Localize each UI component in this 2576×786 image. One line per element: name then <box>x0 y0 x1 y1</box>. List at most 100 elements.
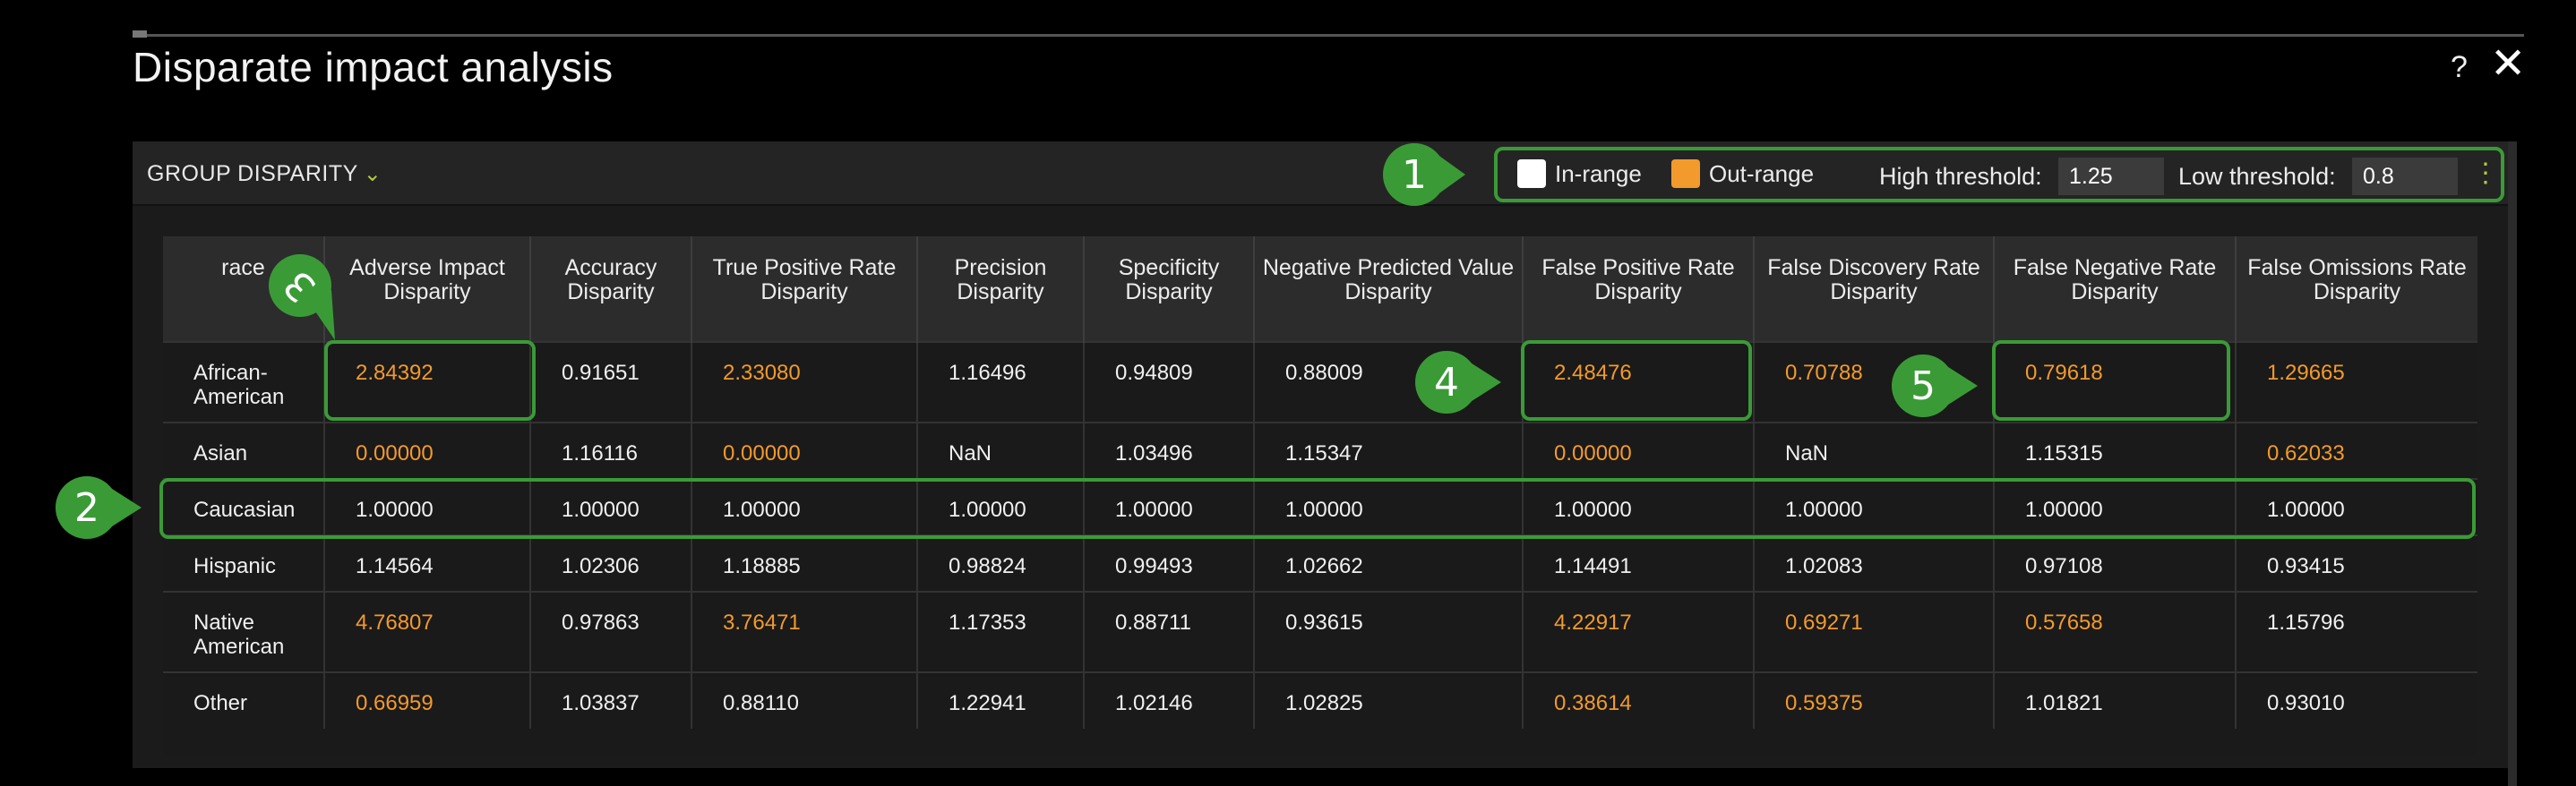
table-cell: 1.00000 <box>1253 478 1523 535</box>
column-header[interactable]: Precision Disparity <box>916 236 1084 342</box>
table-cell: 2.33080 <box>691 341 917 423</box>
row-label: African-American <box>163 341 324 423</box>
window-corner-marker <box>133 30 147 38</box>
callout-1-box <box>1494 147 2504 202</box>
table-row: Caucasian 1.00000 1.00000 1.00000 1.00000 1.0… <box>163 478 2477 535</box>
table-row: African-American 2.84392 0.91651 2.33080 1.1… <box>163 341 2477 423</box>
group-disparity-dropdown[interactable]: GROUP DISPARITY ⌄ <box>147 161 382 187</box>
table-cell: 1.00000 <box>1993 478 2236 535</box>
disparity-table-container: race Adverse Impact Disparity Accuracy D… <box>163 236 2477 756</box>
section-title-label: GROUP DISPARITY <box>147 161 358 186</box>
table-cell: 1.00000 <box>916 478 1084 535</box>
window-top-border <box>133 34 2524 37</box>
table-cell: 0.57658 <box>1993 591 2236 672</box>
table-cell: 4.76807 <box>323 591 530 672</box>
column-header[interactable]: False Omissions Rate Disparity <box>2235 236 2477 342</box>
callout-2-number: 2 <box>74 484 99 531</box>
table-cell: 1.17353 <box>916 591 1084 672</box>
column-header[interactable]: Accuracy Disparity <box>529 236 691 342</box>
table-cell: 1.29665 <box>2235 341 2477 423</box>
table-cell: 1.14564 <box>323 534 530 592</box>
table-cell: 1.15347 <box>1253 422 1523 479</box>
table-cell: 1.00000 <box>529 478 691 535</box>
table-cell: 0.62033 <box>2235 422 2477 479</box>
table-cell: 1.03837 <box>529 671 691 729</box>
close-icon[interactable]: ✕ <box>2490 43 2526 86</box>
table-cell: 1.01821 <box>1993 671 2236 729</box>
disparity-table: race Adverse Impact Disparity Accuracy D… <box>163 236 2477 729</box>
table-cell: 3.76471 <box>691 591 917 672</box>
table-cell: 0.69271 <box>1753 591 1994 672</box>
help-button[interactable]: ? <box>2451 50 2468 85</box>
column-header[interactable]: Specificity Disparity <box>1083 236 1254 342</box>
table-cell: 1.00000 <box>1753 478 1994 535</box>
callout-5-number: 5 <box>1911 363 1936 409</box>
table-cell: 0.93615 <box>1253 591 1523 672</box>
table-cell: 0.99493 <box>1083 534 1254 592</box>
column-header[interactable]: False Discovery Rate Disparity <box>1753 236 1994 342</box>
callout-5-badge: 5 <box>1892 355 1978 417</box>
callout-1-badge: 1 <box>1383 143 1465 206</box>
table-cell: 2.48476 <box>1522 341 1754 423</box>
table-cell: 1.14491 <box>1522 534 1754 592</box>
callout-4-badge: 4 <box>1415 351 1501 414</box>
table-cell: 1.02306 <box>529 534 691 592</box>
table-cell: 1.16116 <box>529 422 691 479</box>
table-cell: 4.22917 <box>1522 591 1754 672</box>
table-cell: 0.97108 <box>1993 534 2236 592</box>
scrollbar-track[interactable] <box>2508 141 2517 786</box>
callout-4-number: 4 <box>1434 359 1459 406</box>
table-cell: 0.93010 <box>2235 671 2477 729</box>
table-cell: 1.00000 <box>1522 478 1754 535</box>
row-label: Asian <box>163 422 324 479</box>
table-cell: 1.00000 <box>1083 478 1254 535</box>
table-cell: NaN <box>1753 422 1994 479</box>
column-header[interactable]: Negative Predicted Value Disparity <box>1253 236 1523 342</box>
row-label: Other <box>163 671 324 729</box>
table-cell: 0.00000 <box>323 422 530 479</box>
column-header[interactable]: Adverse Impact Disparity <box>323 236 530 342</box>
table-cell: 0.98824 <box>916 534 1084 592</box>
table-cell: 0.97863 <box>529 591 691 672</box>
table-cell: 0.38614 <box>1522 671 1754 729</box>
callout-3-badge: 3 <box>269 254 335 340</box>
table-cell: 0.59375 <box>1753 671 1994 729</box>
table-cell: 1.15796 <box>2235 591 2477 672</box>
row-label: Hispanic <box>163 534 324 592</box>
callout-1-number: 1 <box>1402 151 1427 198</box>
table-cell: 0.93415 <box>2235 534 2477 592</box>
table-cell: 0.88711 <box>1083 591 1254 672</box>
column-header[interactable]: False Positive Rate Disparity <box>1522 236 1754 342</box>
table-cell: 0.00000 <box>1522 422 1754 479</box>
table-cell: NaN <box>916 422 1084 479</box>
table-row: Native American 4.76807 0.97863 3.76471 1.17… <box>163 591 2477 672</box>
table-row: Other 0.66959 1.03837 0.88110 1.22941 1.02146… <box>163 671 2477 729</box>
table-cell: 0.88110 <box>691 671 917 729</box>
table-row: Asian 0.00000 1.16116 0.00000 NaN 1.03496 1.15… <box>163 422 2477 479</box>
column-header[interactable]: True Positive Rate Disparity <box>691 236 917 342</box>
table-cell: 0.94809 <box>1083 341 1254 423</box>
table-cell: 1.22941 <box>916 671 1084 729</box>
row-label: Caucasian <box>163 478 324 535</box>
table-cell: 1.02662 <box>1253 534 1523 592</box>
column-header[interactable]: False Negative Rate Disparity <box>1993 236 2236 342</box>
table-cell: 1.02825 <box>1253 671 1523 729</box>
table-cell: 1.02083 <box>1753 534 1994 592</box>
table-cell: 0.66959 <box>323 671 530 729</box>
table-row: Hispanic 1.14564 1.02306 1.18885 0.98824 0.99… <box>163 534 2477 592</box>
chevron-down-icon: ⌄ <box>363 162 382 186</box>
table-cell: 1.18885 <box>691 534 917 592</box>
dialog-title: Disparate impact analysis <box>133 44 614 90</box>
row-label: Native American <box>163 591 324 672</box>
table-header-row: race Adverse Impact Disparity Accuracy D… <box>163 236 2477 342</box>
table-cell: 1.00000 <box>323 478 530 535</box>
table-cell: 1.00000 <box>2235 478 2477 535</box>
table-cell: 1.00000 <box>691 478 917 535</box>
table-cell: 2.84392 <box>323 341 530 423</box>
table-cell: 1.03496 <box>1083 422 1254 479</box>
table-cell: 0.00000 <box>691 422 917 479</box>
group-disparity-panel: GROUP DISPARITY ⌄ In-range Out-range High… <box>133 141 2515 768</box>
table-cell: 1.15315 <box>1993 422 2236 479</box>
table-cell: 1.02146 <box>1083 671 1254 729</box>
callout-2-badge: 2 <box>56 476 142 539</box>
